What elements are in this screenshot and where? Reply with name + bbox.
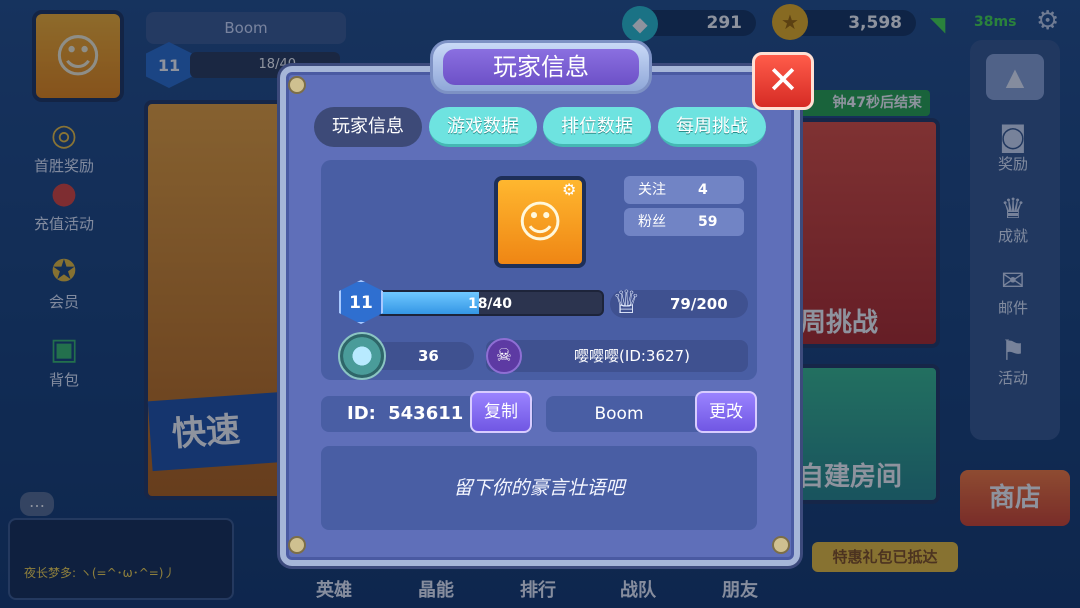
change-name-button[interactable]: 更改 <box>695 391 757 433</box>
clan-skull-icon: ☠ <box>486 338 522 374</box>
fans-stat[interactable]: 粉丝 59 <box>624 208 744 236</box>
tab-ranked-stats[interactable]: 排位数据 <box>543 107 651 147</box>
fans-label: 粉丝 <box>638 214 666 230</box>
screw-icon <box>288 536 306 554</box>
id-value: 543611 <box>388 403 464 424</box>
tab-weekly-challenge[interactable]: 每周挑战 <box>658 107 766 147</box>
screw-icon <box>772 536 790 554</box>
motto-input[interactable]: 留下你的豪言壮语吧 <box>321 446 757 530</box>
clan-name[interactable]: 嘤嘤嘤(ID:3627) <box>486 340 748 372</box>
rank-shield-icon <box>338 332 386 380</box>
follow-stat[interactable]: 关注 4 <box>624 176 744 204</box>
follow-value: 4 <box>698 182 708 198</box>
copy-id-button[interactable]: 复制 <box>470 391 532 433</box>
close-button[interactable]: ✕ <box>752 52 814 110</box>
modal-title-plaque: 玩家信息 <box>430 40 652 94</box>
avatar-settings-gear-icon[interactable]: ⚙ <box>562 180 576 199</box>
follow-label: 关注 <box>638 182 666 198</box>
tab-game-stats[interactable]: 游戏数据 <box>429 107 537 147</box>
modal-title: 玩家信息 <box>443 49 639 85</box>
id-label: ID: <box>347 403 376 424</box>
close-x-icon: ✕ <box>767 58 799 102</box>
hero-avatar-icon: ☺ <box>517 196 563 248</box>
fans-value: 59 <box>698 214 718 230</box>
exp-text: 18/40 <box>467 296 513 312</box>
tab-player-info[interactable]: 玩家信息 <box>314 107 422 147</box>
screw-icon <box>288 76 306 94</box>
trophy-cup-icon: ♕ <box>612 283 641 321</box>
